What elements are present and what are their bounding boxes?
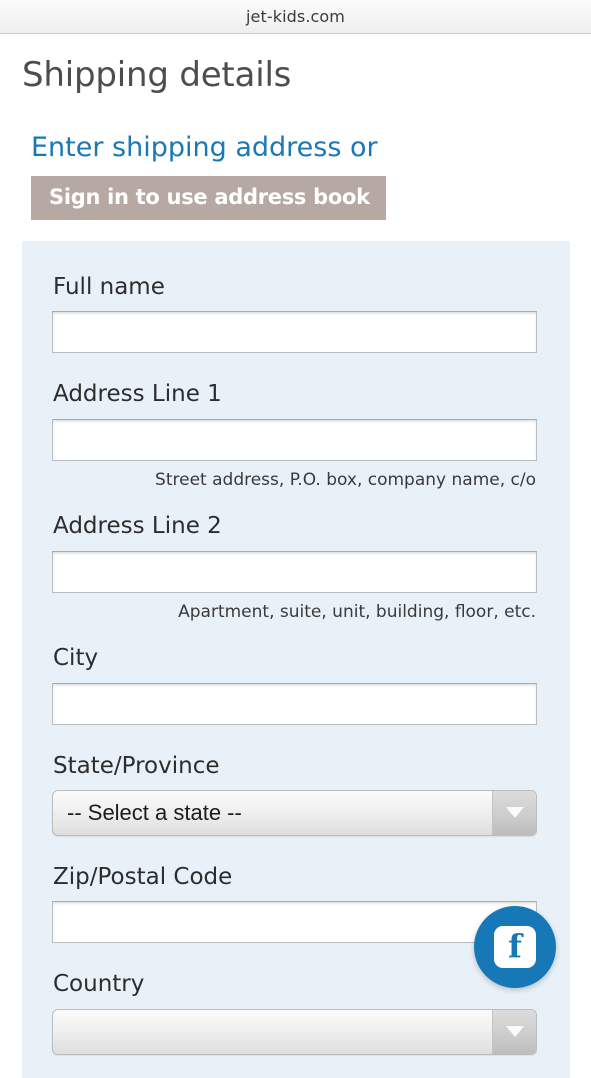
input-full-name[interactable]	[52, 311, 537, 354]
field-city: City	[52, 645, 537, 725]
label-address-line-1: Address Line 1	[53, 381, 222, 408]
select-country[interactable]	[52, 1008, 537, 1055]
label-state-province: State/Province	[53, 752, 220, 779]
page-title: Shipping details	[22, 55, 292, 95]
sign-in-address-book-button[interactable]: Sign in to use address book	[31, 175, 386, 220]
facebook-share-button[interactable]: f	[474, 906, 556, 988]
input-zip-postal-code[interactable]	[52, 901, 537, 944]
label-city: City	[53, 645, 99, 672]
field-address-line-2: Address Line 2 Apartment, suite, unit, b…	[52, 513, 537, 622]
field-country: Country	[52, 971, 537, 1055]
hint-address-line-1: Street address, P.O. box, company name, …	[155, 469, 536, 490]
hint-address-line-2: Apartment, suite, unit, building, floor,…	[178, 601, 536, 622]
input-address-line-2[interactable]	[52, 550, 537, 593]
field-address-line-1: Address Line 1 Street address, P.O. box,…	[52, 381, 537, 490]
chevron-down-icon[interactable]	[492, 1009, 536, 1054]
select-state-province[interactable]: -- Select a state --	[52, 789, 537, 836]
field-state-province: State/Province -- Select a state --	[52, 753, 537, 836]
label-full-name: Full name	[53, 273, 165, 300]
address-section-heading: Enter shipping address or	[31, 131, 378, 163]
chevron-down-icon[interactable]	[492, 790, 536, 835]
field-zip-postal-code: Zip/Postal Code	[52, 863, 537, 944]
label-country: Country	[53, 971, 145, 998]
field-full-name: Full name	[52, 273, 537, 354]
url-text: jet-kids.com	[246, 7, 345, 26]
facebook-icon: f	[494, 926, 536, 968]
browser-url-bar[interactable]: jet-kids.com	[0, 0, 591, 34]
input-city[interactable]	[52, 682, 537, 725]
label-zip-postal-code: Zip/Postal Code	[53, 863, 233, 890]
label-address-line-2: Address Line 2	[53, 513, 222, 540]
select-state-value: -- Select a state --	[67, 799, 242, 825]
input-address-line-1[interactable]	[52, 418, 537, 461]
